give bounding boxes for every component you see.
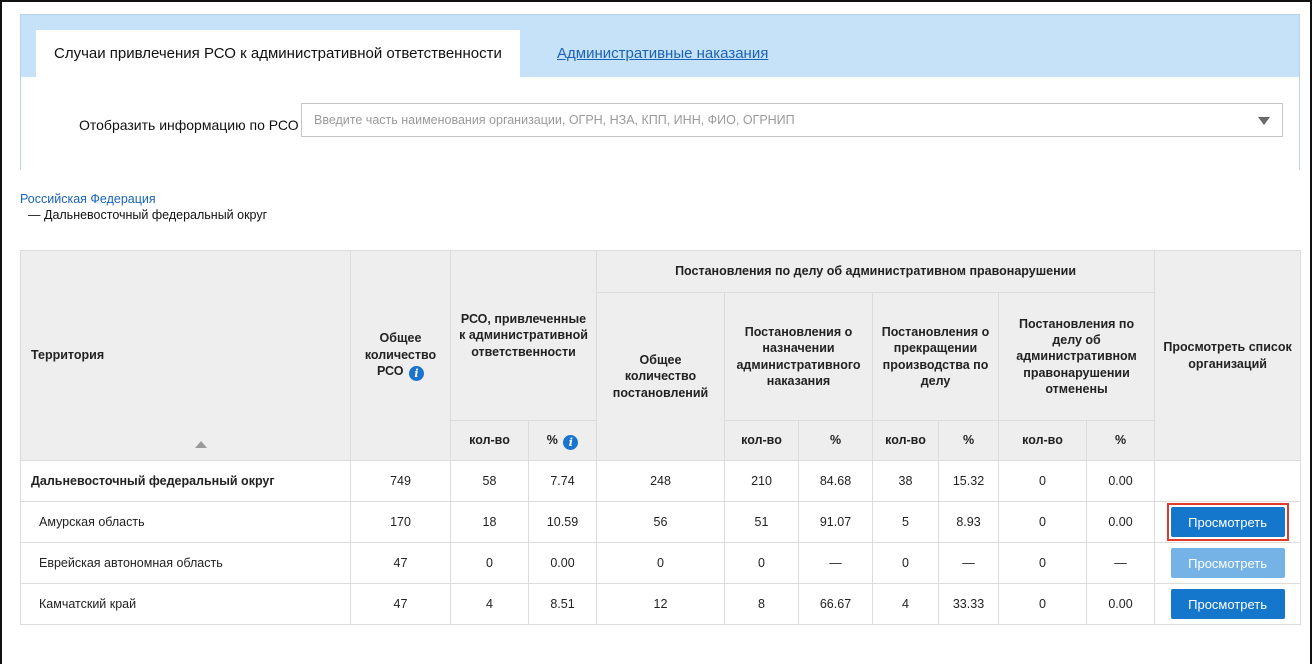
res-cancelled-header: Постановления по делу об административно… <box>997 292 1156 421</box>
cancelled-percent-header: % <box>1085 420 1156 461</box>
liable-count-cell: 18 <box>450 501 529 543</box>
highlight-frame: Просмотреть <box>1166 503 1289 541</box>
penalty-percent-header: % <box>798 420 873 461</box>
liable-percent-label: % <box>546 432 558 447</box>
cancelled-count-cell: 0 <box>998 583 1087 625</box>
terminated-percent-cell: 15.32 <box>938 460 999 502</box>
rso-liable-header: РСО, привлеченные к административной отв… <box>450 250 597 421</box>
total-rso-cell: 170 <box>350 501 451 543</box>
breadcrumb-root-link[interactable]: Российская Федерация <box>20 192 267 206</box>
liable-count-cell: 58 <box>450 460 529 502</box>
view-button[interactable]: Просмотреть <box>1170 589 1285 619</box>
territory-header[interactable]: Территория <box>20 250 351 461</box>
cancelled-percent-cell: 0.00 <box>1085 460 1156 502</box>
liable-percent-cell: 7.74 <box>528 460 597 502</box>
table-row: Еврейская автономная область 47 0 0.00 0… <box>20 542 1302 584</box>
resolutions-group-header: Постановления по делу об административно… <box>595 250 1156 293</box>
total-resolutions-cell: 248 <box>596 460 725 502</box>
total-rso-cell: 47 <box>350 542 451 584</box>
territory-header-label: Территория <box>31 348 105 363</box>
terminated-percent-cell: 8.93 <box>938 501 999 543</box>
territory-name: Камчатский край <box>20 583 351 625</box>
cancelled-count-cell: 0 <box>998 460 1087 502</box>
cancelled-count-cell: 0 <box>998 542 1087 584</box>
cancelled-percent-cell: — <box>1085 542 1156 584</box>
penalty-percent-cell: 66.67 <box>798 583 873 625</box>
dropdown-arrow-icon[interactable] <box>1258 117 1270 125</box>
res-terminated-header: Постановления о прекращении производства… <box>872 292 999 421</box>
cancelled-count-header: кол-во <box>998 420 1087 461</box>
total-resolutions-cell: 0 <box>596 542 725 584</box>
cancelled-percent-cell: 0.00 <box>1085 501 1156 543</box>
total-rso-cell: 47 <box>350 583 451 625</box>
filter-panel: Случаи привлечения РСО к административно… <box>20 14 1300 171</box>
cancelled-percent-cell: 0.00 <box>1085 583 1156 625</box>
info-icon[interactable]: i <box>563 434 579 450</box>
terminated-count-cell: 0 <box>872 542 939 584</box>
liable-percent-header: % i <box>528 420 597 461</box>
territory-name: Еврейская автономная область <box>20 542 351 584</box>
total-rso-header: Общее количество РСО i <box>350 250 451 461</box>
liable-percent-cell: 8.51 <box>528 583 597 625</box>
liable-count-header: кол-во <box>450 420 529 461</box>
rso-search-input[interactable] <box>302 104 1282 136</box>
view-cell: Просмотреть <box>1154 501 1302 543</box>
button-wrap: Просмотреть <box>1168 586 1288 622</box>
terminated-count-cell: 5 <box>872 501 939 543</box>
penalty-percent-cell: 84.68 <box>798 460 873 502</box>
penalty-percent-cell: 91.07 <box>798 501 873 543</box>
territory-name: Дальневосточный федеральный округ <box>20 460 351 502</box>
sort-up-icon[interactable] <box>195 441 207 448</box>
tab-liability-cases[interactable]: Случаи привлечения РСО к административно… <box>36 30 520 77</box>
view-button-disabled[interactable]: Просмотреть <box>1170 548 1285 578</box>
filter-row: Отобразить информацию по РСО <box>21 77 1299 171</box>
rso-filter-label: Отобразить информацию по РСО <box>79 117 299 133</box>
penalty-count-cell: 210 <box>724 460 799 502</box>
view-cell-empty <box>1154 460 1302 502</box>
total-resolutions-header: Общее количество постановлений <box>596 292 725 461</box>
terminated-percent-header: % <box>938 420 999 461</box>
terminated-count-header: кол-во <box>872 420 939 461</box>
table-row: Дальневосточный федеральный округ 749 58… <box>20 460 1302 502</box>
territory-name: Амурская область <box>20 501 351 543</box>
terminated-count-cell: 38 <box>872 460 939 502</box>
penalty-count-cell: 8 <box>724 583 799 625</box>
penalty-count-cell: 51 <box>724 501 799 543</box>
terminated-percent-cell: — <box>938 542 999 584</box>
liable-count-cell: 4 <box>450 583 529 625</box>
total-resolutions-cell: 56 <box>596 501 725 543</box>
res-penalty-header: Постановления о назначении административ… <box>724 292 873 421</box>
total-rso-header-label: Общее количество РСО <box>364 331 437 378</box>
penalty-count-cell: 0 <box>724 542 799 584</box>
breadcrumb-current: — Дальневосточный федеральный округ <box>28 208 268 222</box>
rso-select[interactable] <box>301 103 1283 137</box>
cancelled-count-cell: 0 <box>998 501 1087 543</box>
liable-count-cell: 0 <box>450 542 529 584</box>
view-button[interactable]: Просмотреть <box>1170 507 1285 537</box>
view-cell: Просмотреть <box>1154 542 1302 584</box>
terminated-count-cell: 4 <box>872 583 939 625</box>
table-row: Амурская область 170 18 10.59 56 51 91.0… <box>20 501 1302 543</box>
info-icon[interactable]: i <box>408 365 424 381</box>
view-cell: Просмотреть <box>1154 583 1302 625</box>
total-rso-cell: 749 <box>350 460 451 502</box>
breadcrumb: Российская Федерация — Дальневосточный ф… <box>20 192 267 222</box>
liable-percent-cell: 10.59 <box>528 501 597 543</box>
button-wrap: Просмотреть <box>1168 545 1288 581</box>
view-list-header: Просмотреть список организаций <box>1154 250 1302 461</box>
terminated-percent-cell: 33.33 <box>938 583 999 625</box>
total-resolutions-cell: 12 <box>596 583 725 625</box>
tab-strip: Случаи привлечения РСО к административно… <box>21 15 1299 77</box>
penalty-count-header: кол-во <box>724 420 799 461</box>
tab-administrative-penalties[interactable]: Административные наказания <box>553 30 772 77</box>
table-row: Камчатский край 47 4 8.51 12 8 66.67 4 3… <box>20 583 1302 625</box>
liable-percent-cell: 0.00 <box>528 542 597 584</box>
penalty-percent-cell: — <box>798 542 873 584</box>
stats-table: Территория Общее количество РСО i РСО, п… <box>20 250 1302 625</box>
